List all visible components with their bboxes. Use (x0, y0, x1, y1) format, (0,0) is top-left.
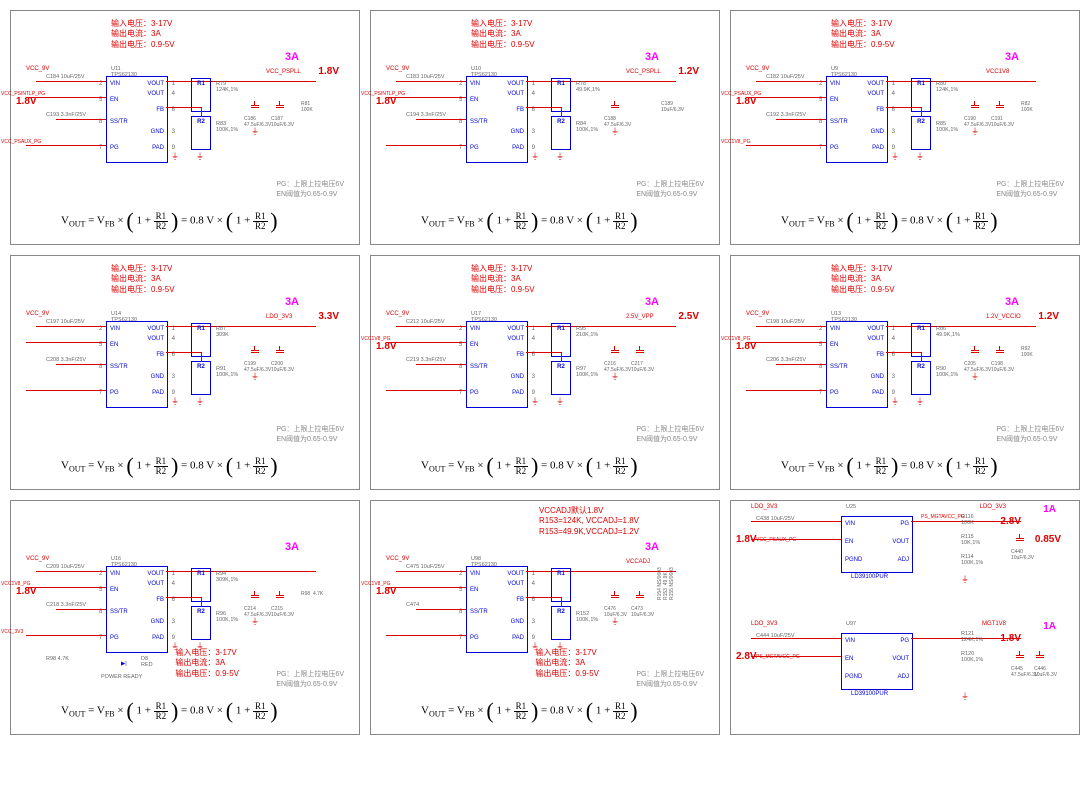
current-rating: 3A (645, 296, 659, 308)
schematic: VCC_9V U9TPS62130 VIN2 EN5 SS/TR8 PG7 VO… (746, 66, 1066, 186)
regulator-c1: 输入电压：3-17V输出电流：3A输出电压：0.9-5V 3A 1.8V 1.8… (10, 10, 360, 245)
specs: 输入电压：3-17V输出电流：3A输出电压：0.9-5V (471, 264, 535, 295)
vout-formula: VOUT = VFB × ( 1 + R1R2 ) = 0.8 V × ( 1 … (421, 453, 638, 479)
chip-U14: VIN2 EN5 SS/TR8 PG7 VOUT1 VOUT4 FB6 GND3… (106, 321, 168, 408)
pg-note: PG：上限上拉电压6VEN阈值为0.65-0.9V (276, 179, 344, 199)
chip-U17: VIN2 EN5 SS/TR8 PG7 VOUT1 VOUT4 FB6 GND3… (466, 321, 528, 408)
regulator-c2: 输入电压：3-17V输出电流：3A输出电压：0.9-5V 3A 1.2V 1.8… (370, 10, 720, 245)
regulator-c4: 输入电压：3-17V输出电流：3A输出电压：0.9-5V 3A 3.3V VCC… (10, 255, 360, 490)
current-rating: 3A (1005, 296, 1019, 308)
chip-U9: VIN2 EN5 SS/TR8 PG7 VOUT1 VOUT4 FB6 GND3… (826, 76, 888, 163)
schematic: VCC_9V U11TPS62130 VIN2 EN5 SS/TR8 PG7 V… (26, 66, 346, 186)
vout-formula: VOUT = VFB × ( 1 + R1R2 ) = 0.8 V × ( 1 … (61, 698, 278, 724)
chip-U98: VIN2 EN5 SS/TR8 PG7 VOUT1 VOUT4 FB6 GND3… (466, 566, 528, 653)
chip-U11: VIN2 EN5 SS/TR8 PG7 VOUT1 VOUT4 FB6 GND3… (106, 76, 168, 163)
schematic: VCC_9V U10TPS62130 VIN2 EN5 SS/TR8 PG7 V… (386, 66, 706, 186)
regulator-c7: 输入电压：3-17V输出电流：3A输出电压：0.9-5V 3A 1.8V VCC… (10, 500, 360, 735)
specs: 输入电压：3-17V输出电流：3A输出电压：0.9-5V (111, 19, 175, 50)
pg-note: PG：上限上拉电压6VEN阈值为0.65-0.9V (996, 179, 1064, 199)
pg-note: PG：上限上拉电压6VEN阈值为0.65-0.9V (636, 669, 704, 689)
vout-formula: VOUT = VFB × ( 1 + R1R2 ) = 0.8 V × ( 1 … (781, 208, 998, 234)
current-rating: 3A (285, 541, 299, 553)
specs: 输入电压：3-17V输出电流：3A输出电压：0.9-5V (471, 19, 535, 50)
pg-note: PG：上限上拉电压6VEN阈值为0.65-0.9V (276, 669, 344, 689)
vout-formula: VOUT = VFB × ( 1 + R1R2 ) = 0.8 V × ( 1 … (61, 453, 278, 479)
vout-formula: VOUT = VFB × ( 1 + R1R2 ) = 0.8 V × ( 1 … (421, 208, 638, 234)
schematic: VCC_9V U17TPS62130 VIN2 EN5 SS/TR8 PG7 V… (386, 311, 706, 431)
current-rating: 3A (285, 296, 299, 308)
regulator-c8: 输入电压：3-17V输出电流：3A输出电压：0.9-5V 3A 1.8V VCC… (370, 500, 720, 735)
pg-note: PG：上限上拉电压6VEN阈值为0.65-0.9V (276, 424, 344, 444)
chip-U10: VIN2 EN5 SS/TR8 PG7 VOUT1 VOUT4 FB6 GND3… (466, 76, 528, 163)
vout-formula: VOUT = VFB × ( 1 + R1R2 ) = 0.8 V × ( 1 … (781, 453, 998, 479)
ldo-U97: LDO_3V3 MGT1V8 1A 1.8V 2.8V C444 10uF/25… (736, 621, 1066, 731)
schematic: VCC_9V U16TPS62130 VIN2 EN5 SS/TR8 PG7 V… (26, 556, 346, 676)
specs: 输入电压：3-17V输出电流：3A输出电压：0.9-5V (111, 264, 175, 295)
chip-U16: VIN2 EN5 SS/TR8 PG7 VOUT1 VOUT4 FB6 GND3… (106, 566, 168, 653)
ldo-U25: LDO_3V3 LDO_3V3 1A 2.8V 0.85V 1.8V C438 … (736, 504, 1066, 614)
chip-U13: VIN2 EN5 SS/TR8 PG7 VOUT1 VOUT4 FB6 GND3… (826, 321, 888, 408)
current-rating: 3A (645, 541, 659, 553)
schematic: VCC_9V U14TPS62130 VIN2 EN5 SS/TR8 PG7 V… (26, 311, 346, 431)
vout-formula: VOUT = VFB × ( 1 + R1R2 ) = 0.8 V × ( 1 … (61, 208, 278, 234)
pg-note: PG：上限上拉电压6VEN阈值为0.65-0.9V (636, 179, 704, 199)
vccadj-notes: VCCADJ默认1.8VR153=124K, VCCADJ=1.8VR153=4… (539, 506, 639, 537)
ldo-cell: LDO_3V3 LDO_3V3 1A 2.8V 0.85V 1.8V C438 … (730, 500, 1080, 735)
schematic: VCC_9V U13TPS62130 VIN2 EN5 SS/TR8 PG7 V… (746, 311, 1066, 431)
specs: 输入电压：3-17V输出电流：3A输出电压：0.9-5V (831, 19, 895, 50)
current-rating: 3A (1005, 51, 1019, 63)
vout-formula: VOUT = VFB × ( 1 + R1R2 ) = 0.8 V × ( 1 … (421, 698, 638, 724)
regulator-c6: 输入电压：3-17V输出电流：3A输出电压：0.9-5V 3A 1.2V 1.8… (730, 255, 1080, 490)
current-rating: 3A (285, 51, 299, 63)
regulator-c5: 输入电压：3-17V输出电流：3A输出电压：0.9-5V 3A 2.5V 1.8… (370, 255, 720, 490)
pg-note: PG：上限上拉电压6VEN阈值为0.65-0.9V (996, 424, 1064, 444)
specs: 输入电压：3-17V输出电流：3A输出电压：0.9-5V (831, 264, 895, 295)
pg-note: PG：上限上拉电压6VEN阈值为0.65-0.9V (636, 424, 704, 444)
schematic: VCC_9V U98TPS62130 VIN2 EN5 SS/TR8 PG7 V… (386, 556, 706, 676)
current-rating: 3A (645, 51, 659, 63)
regulator-c3: 输入电压：3-17V输出电流：3A输出电压：0.9-5V 3A 1.8V VCC… (730, 10, 1080, 245)
